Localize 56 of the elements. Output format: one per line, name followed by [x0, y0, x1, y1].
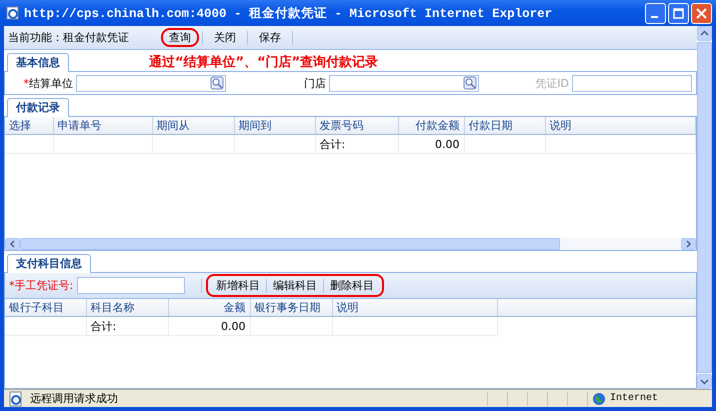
column-header[interactable]: 发票号码 — [315, 117, 398, 134]
toolbar-button[interactable]: 查询 — [161, 28, 199, 47]
lookup-icon — [463, 76, 477, 90]
globe-icon — [592, 392, 606, 406]
toolbar-button[interactable]: 新增科目 — [212, 277, 264, 294]
column-header[interactable]: 申请单号 — [53, 117, 152, 134]
table-cell: 合计: — [315, 134, 398, 154]
input-field[interactable] — [329, 74, 479, 92]
column-header[interactable]: 付款金额 — [398, 117, 464, 134]
maximize-button[interactable] — [668, 2, 689, 24]
column-header[interactable]: 说明 — [545, 117, 696, 134]
scroll-right-icon — [681, 238, 696, 250]
column-header[interactable]: 期间从 — [152, 117, 234, 134]
field-label: 凭证ID — [534, 76, 570, 90]
column-header[interactable]: 金额 — [168, 299, 250, 316]
tab[interactable]: 支付科目信息 — [7, 254, 91, 273]
toolbar-button[interactable]: 关闭 — [206, 29, 244, 46]
window-title: http://cps.chinalh.com:4000 - 租金付款凭证 - Microsoft Internet Explorer — [24, 6, 554, 22]
scroll-left-icon — [5, 238, 20, 250]
toolbar-button[interactable]: 编辑科目 — [269, 277, 322, 294]
input-field[interactable] — [76, 74, 226, 92]
maximize-icon — [673, 8, 684, 18]
scroll-up-icon — [697, 26, 712, 41]
column-header[interactable]: 说明 — [332, 299, 497, 316]
page-icon — [8, 390, 24, 406]
function-name: 租金付款凭证 — [63, 30, 130, 45]
tab[interactable]: 基本信息 — [7, 53, 69, 72]
toolbar-button[interactable]: 删除科目 — [326, 277, 378, 294]
table-cell: 合计: — [86, 316, 168, 336]
tab[interactable]: 付款记录 — [7, 98, 69, 117]
scroll-down-icon — [697, 374, 712, 389]
horizontal-scrollbar[interactable] — [5, 238, 696, 250]
column-header[interactable]: 银行事务日期 — [250, 299, 332, 316]
lookup-icon — [210, 76, 224, 90]
column-header[interactable]: 付款日期 — [464, 117, 545, 134]
input-field[interactable] — [77, 277, 186, 294]
status-message: 远程调用请求成功 — [30, 391, 119, 406]
toolbar-button[interactable]: 保存 — [251, 29, 289, 46]
field-label: *结算单位 — [22, 76, 74, 90]
column-header[interactable]: 期间到 — [234, 117, 315, 134]
close-button[interactable] — [691, 2, 712, 24]
minimize-icon — [650, 16, 658, 18]
column-header[interactable]: 科目名称 — [86, 299, 168, 316]
column-header[interactable]: 银行子科目 — [5, 299, 86, 316]
page-icon — [6, 6, 20, 20]
annotation-text: 通过“结算单位”、“门店”查询付款记录 — [149, 54, 378, 70]
field-label: *手工凭证号: — [9, 278, 74, 293]
field-label: 门店 — [303, 76, 327, 90]
minimize-button[interactable] — [645, 2, 666, 24]
close-icon — [696, 8, 707, 18]
column-header[interactable]: 选择 — [5, 117, 53, 134]
table-cell: 0.00 — [168, 316, 250, 336]
table-cell: 0.00 — [398, 134, 464, 154]
scroll-thumb[interactable] — [20, 238, 560, 250]
function-label: 当前功能： — [8, 30, 63, 45]
security-zone: Internet — [610, 393, 658, 404]
